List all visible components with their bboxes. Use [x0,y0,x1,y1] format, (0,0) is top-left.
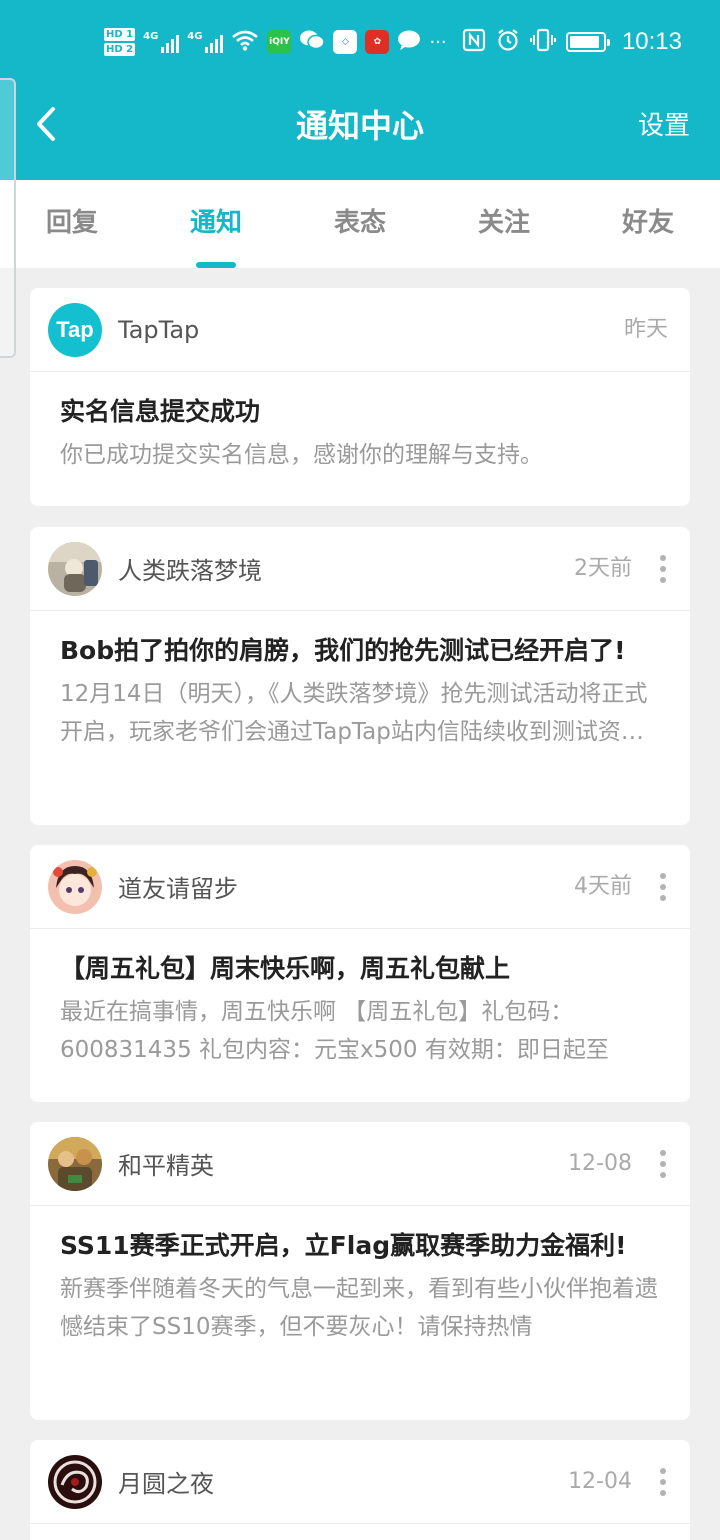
wifi-icon [231,29,259,55]
taptap-logo-text: Tap [56,316,94,342]
tab-replies[interactable]: 回复 [0,180,144,268]
battery-icon [565,32,610,52]
status-bar: HD 1 HD 2 4G 4G iQIY ◇ ✿ ··· 10:13 [0,0,720,84]
more-notifications-indicator: ··· [429,31,447,53]
dot [660,873,666,879]
game-avatar[interactable] [48,541,102,596]
more-options-button[interactable] [650,871,676,903]
game-avatar[interactable] [48,859,102,914]
sim2-hd-badge: HD 2 [104,43,136,56]
card-header: Tap TapTap 昨天 [30,288,690,372]
sim-indicators: HD 1 HD 2 [104,28,136,56]
dot [660,1479,666,1485]
network-type-1: 4G [143,31,159,42]
notification-title: Bob拍了拍你的肩膀，我们的抢先测试已经开启了! [60,636,626,665]
card-body: 实名信息提交成功 你已成功提交实名信息，感谢你的理解与支持。 [30,372,690,474]
game-avatar[interactable] [48,1454,102,1509]
notification-title: 实名信息提交成功 [60,397,261,426]
dot [660,1172,666,1178]
card-header: 人类跌落梦境 2天前 [30,527,690,611]
signal-1-icon: 4G [143,31,180,53]
tab-notifications[interactable]: 通知 [144,180,288,268]
card-header: 月圆之夜 12-04 [30,1440,690,1524]
card-header: 道友请留步 4天前 [30,845,690,929]
notification-title: SS11赛季正式开启，立Flag赢取赛季助力金福利! [60,1231,627,1260]
notification-desc: 你已成功提交实名信息，感谢你的理解与支持。 [60,442,543,468]
timestamp: 2天前 [574,556,632,581]
page-title: 通知中心 [295,107,424,145]
wechat-icon [299,29,326,55]
nfc-icon [462,28,486,56]
dot [660,895,666,901]
dot [660,577,666,583]
vibrate-icon [529,28,556,56]
chat-bubble-icon [397,29,421,55]
card-body: Bob拍了拍你的肩膀，我们的抢先测试已经开启了! 12月14日（明天），《人类跌… [30,611,690,751]
dot [660,555,666,561]
game-avatar[interactable] [48,1136,102,1191]
taptap-avatar[interactable]: Tap [48,302,102,357]
timestamp: 4天前 [574,874,632,899]
settings-button[interactable]: 设置 [638,104,690,148]
more-options-button[interactable] [650,1148,676,1180]
status-left-group: HD 1 HD 2 4G 4G iQIY ◇ ✿ ··· [104,22,447,62]
pinduoduo-icon: ✿ [365,30,390,54]
tab-bar: 回复 通知 表态 关注 好友 [0,180,720,268]
timestamp: 昨天 [623,317,668,342]
alarm-icon [496,28,520,56]
notification-desc: 最近在搞事情，周五快乐啊 【周五礼包】礼包码：600831435 礼包内容：元宝… [60,999,609,1063]
signal-2-icon: 4G [187,31,224,53]
notification-card[interactable]: 道友请留步 4天前 【周五礼包】周末快乐啊，周五礼包献上 最近在搞事情，周五快乐… [30,845,690,1102]
source-name[interactable]: 和平精英 [118,1146,214,1181]
nav-bar: 通知中心 设置 [0,84,720,168]
source-name[interactable]: 道友请留步 [118,869,238,904]
notification-desc: 12月14日（明天），《人类跌落梦境》抢先测试活动将正式开启，玩家老爷们会通过T… [60,681,648,745]
more-options-button[interactable] [650,553,676,585]
source-name[interactable]: 人类跌落梦境 [118,551,262,586]
notification-card[interactable]: Tap TapTap 昨天 实名信息提交成功 你已成功提交实名信息，感谢你的理解… [30,288,690,506]
tab-reactions[interactable]: 表态 [288,180,432,268]
network-type-2: 4G [187,31,203,42]
source-name[interactable]: 月圆之夜 [118,1464,214,1499]
dot [660,1490,666,1496]
dot [660,1468,666,1474]
app-icon: ◇ [333,30,358,54]
sim1-hd-badge: HD 1 [104,28,136,41]
notification-card[interactable]: 月圆之夜 12-04 [30,1440,690,1540]
card-header: 和平精英 12-08 [30,1122,690,1206]
tab-follows[interactable]: 关注 [432,180,576,268]
side-drawer-handle[interactable] [0,78,16,358]
more-options-button[interactable] [650,1466,676,1498]
notification-card[interactable]: 人类跌落梦境 2天前 Bob拍了拍你的肩膀，我们的抢先测试已经开启了! 12月1… [30,527,690,825]
status-right-group: 10:13 [462,24,682,60]
notification-desc: 新赛季伴随着冬天的气息一起到来，看到有些小伙伴抱着遗憾结束了SS10赛季，但不要… [60,1276,658,1340]
timestamp: 12-08 [568,1151,632,1176]
clock: 10:13 [621,28,682,55]
iqiyi-icon: iQIY [267,30,292,54]
notification-title: 【周五礼包】周末快乐啊，周五礼包献上 [60,954,511,983]
card-body: 【周五礼包】周末快乐啊，周五礼包献上 最近在搞事情，周五快乐啊 【周五礼包】礼包… [30,929,690,1069]
dot [660,1150,666,1156]
source-name[interactable]: TapTap [118,316,199,344]
battery-level [569,36,599,48]
dot [660,884,666,890]
tab-friends[interactable]: 好友 [576,180,720,268]
timestamp: 12-04 [568,1469,632,1494]
notification-card[interactable]: 和平精英 12-08 SS11赛季正式开启，立Flag赢取赛季助力金福利! 新赛… [30,1122,690,1420]
dot [660,1161,666,1167]
dot [660,566,666,572]
card-body: SS11赛季正式开启，立Flag赢取赛季助力金福利! 新赛季伴随着冬天的气息一起… [30,1206,690,1346]
